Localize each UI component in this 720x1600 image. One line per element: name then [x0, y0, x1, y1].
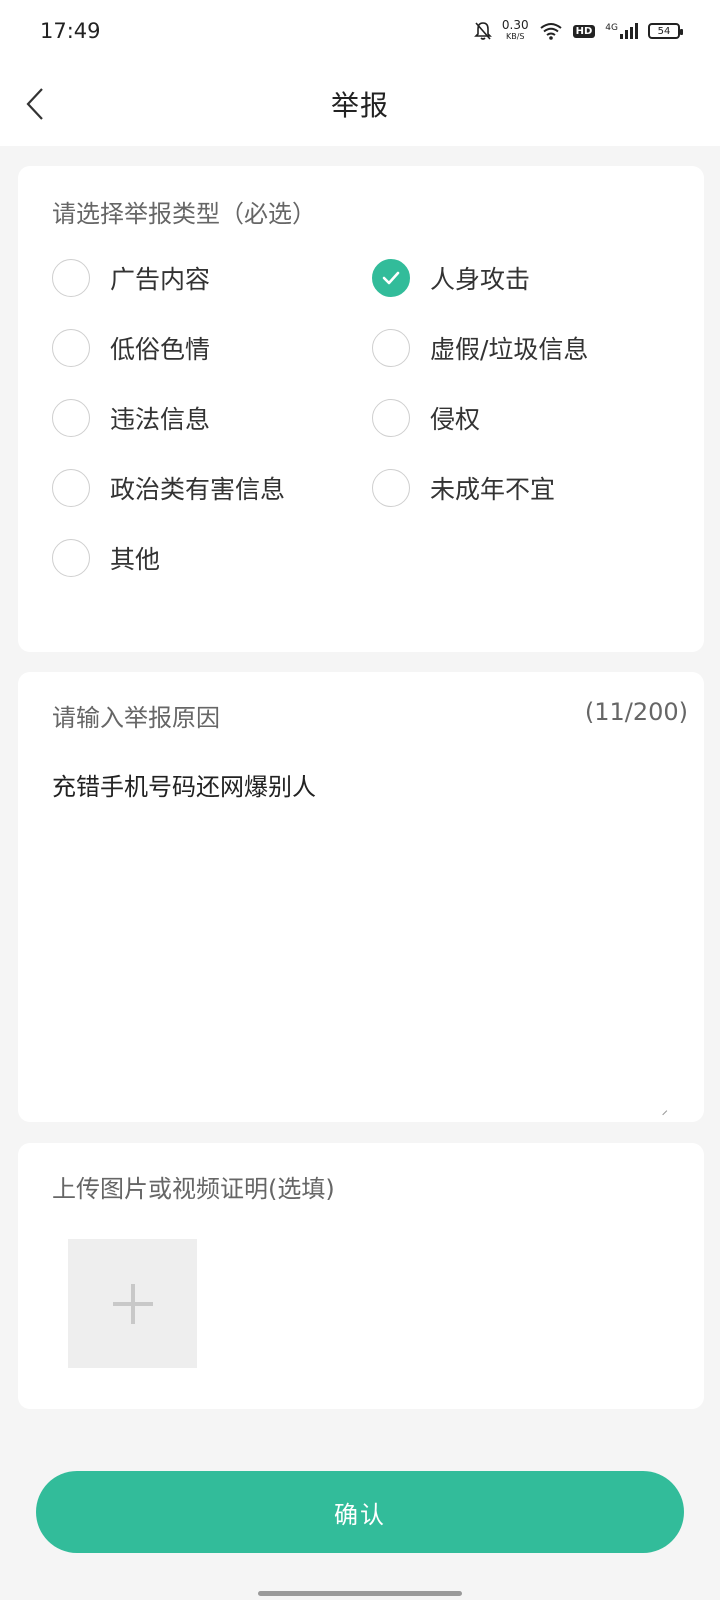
option-label: 侵权 [430, 405, 481, 434]
radio-circle[interactable] [52, 259, 90, 297]
hd-badge: HD [572, 24, 596, 38]
char-counter: (11/200) [584, 698, 688, 726]
option-vulgar[interactable]: 低俗色情 [52, 328, 210, 368]
report-type-card: 请选择举报类型（必选） 广告内容 人身攻击 低俗色情 虚假/垃圾信息 违法信息 [18, 166, 704, 652]
page-title: 举报 [330, 89, 389, 122]
status-icons: 0.30 KB/S HD 4G 54 [473, 18, 683, 42]
option-label: 低俗色情 [110, 335, 211, 364]
option-illegal[interactable]: 违法信息 [52, 398, 210, 438]
wifi-icon [540, 23, 562, 40]
radio-circle[interactable] [372, 469, 410, 507]
upload-label: 上传图片或视频证明(选填) [52, 1175, 335, 1203]
nav-bar: 举报 [0, 62, 720, 146]
add-media-button[interactable] [68, 1239, 197, 1368]
option-other[interactable]: 其他 [52, 538, 160, 578]
battery-icon: 54 [648, 23, 683, 39]
reason-textarea[interactable]: 充错手机号码还网爆别人 [52, 767, 672, 802]
option-minors[interactable]: 未成年不宜 [372, 468, 555, 508]
option-political[interactable]: 政治类有害信息 [52, 468, 285, 508]
option-label: 人身攻击 [430, 265, 531, 294]
speed-value: 0.30 [501, 18, 529, 32]
status-bar: 17:49 0.30 KB/S HD 4G 54 [0, 0, 720, 62]
confirm-button[interactable]: 确认 [36, 1471, 684, 1553]
option-label: 虚假/垃圾信息 [430, 335, 589, 364]
plus-icon [112, 1283, 153, 1324]
radio-circle[interactable] [52, 469, 90, 507]
radio-circle[interactable] [52, 399, 90, 437]
signal-indicator: 4G [605, 23, 638, 39]
radio-circle[interactable] [52, 329, 90, 367]
option-label: 政治类有害信息 [110, 475, 286, 504]
option-label: 广告内容 [110, 265, 211, 294]
bell-off-icon [473, 22, 492, 40]
option-infringement[interactable]: 侵权 [372, 398, 480, 438]
signal-icon [620, 23, 638, 39]
option-ad[interactable]: 广告内容 [52, 258, 210, 298]
upload-card: 上传图片或视频证明(选填) [18, 1143, 704, 1409]
radio-circle[interactable] [372, 329, 410, 367]
network-speed: 0.30 KB/S [501, 18, 529, 42]
chevron-left-icon[interactable] [16, 84, 56, 124]
radio-circle[interactable] [52, 539, 90, 577]
home-indicator[interactable] [258, 1591, 462, 1596]
option-fake-spam[interactable]: 虚假/垃圾信息 [372, 328, 588, 368]
network-type: 4G [605, 23, 618, 33]
report-type-label: 请选择举报类型（必选） [52, 200, 316, 228]
option-label: 其他 [110, 545, 161, 574]
option-personal-attack[interactable]: 人身攻击 [372, 258, 530, 298]
report-reason-card: 请输入举报原因 (11/200) 充错手机号码还网爆别人 [18, 672, 704, 1122]
option-label: 违法信息 [110, 405, 211, 434]
radio-circle[interactable] [372, 399, 410, 437]
speed-unit: KB/S [506, 32, 525, 41]
checkmark-icon [382, 271, 400, 285]
radio-checked[interactable] [372, 259, 410, 297]
resize-handle [658, 1106, 668, 1116]
status-time: 17:49 [40, 19, 101, 43]
battery-level: 54 [657, 25, 671, 37]
reason-label: 请输入举报原因 [52, 704, 220, 732]
option-label: 未成年不宜 [430, 475, 556, 504]
